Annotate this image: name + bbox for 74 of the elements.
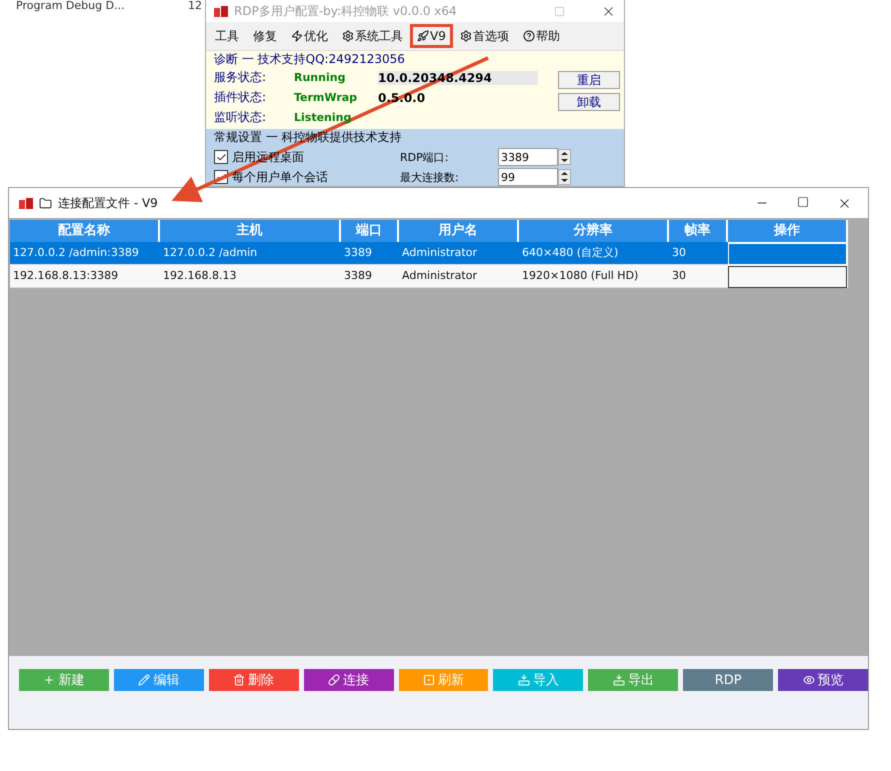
column-header[interactable]: 配置名称 <box>10 220 160 242</box>
status-label: 插件状态: <box>214 89 268 106</box>
checkbox-label: 每个用户单个会话 <box>232 168 328 186</box>
status-value: Running <box>294 71 346 84</box>
square-icon <box>423 674 435 686</box>
action-button[interactable]: RDP <box>683 669 774 691</box>
action-button[interactable]: 连接 <box>304 669 394 691</box>
table-cell: 640×480 (自定义) <box>519 242 669 265</box>
tray-icon <box>518 674 530 686</box>
field-label: 最大连接数: <box>400 170 460 184</box>
column-header[interactable]: 分辨率 <box>519 220 669 242</box>
status-label: 监听状态: <box>214 109 268 126</box>
panel-button[interactable]: 卸载 <box>558 92 620 111</box>
action-button[interactable]: 导出 <box>588 669 678 691</box>
field-label: RDP端口: <box>400 150 450 164</box>
table-cell: Administrator <box>399 242 519 265</box>
status-value: Listening <box>294 111 352 124</box>
maximize-icon[interactable] <box>797 196 809 208</box>
tray-icon <box>612 674 625 686</box>
eye-icon <box>802 674 815 686</box>
menu-item[interactable]: 首选项 <box>452 22 516 50</box>
check-icon <box>216 152 226 162</box>
status-value: TermWrap <box>294 91 358 104</box>
pill-icon <box>328 674 340 686</box>
number-field[interactable]: 3389 <box>498 148 558 166</box>
lightning-icon <box>291 30 303 42</box>
table-cell: 127.0.0.2 /admin:3389 <box>10 242 160 265</box>
help-icon <box>522 30 535 42</box>
menu-item[interactable]: 优化 <box>284 22 335 50</box>
gear-icon <box>460 30 472 42</box>
action-button[interactable]: 新建 <box>19 669 109 691</box>
window-title: 连接配置文件 - V9 <box>58 194 159 212</box>
table-cell: 192.168.8.13:3389 <box>10 265 160 288</box>
folder-icon <box>39 196 52 210</box>
table-cell: 192.168.8.13 <box>160 265 341 288</box>
menu-item[interactable]: 帮助 <box>516 22 567 50</box>
menu-item[interactable]: 系统工具 <box>335 22 410 50</box>
status-label: 服务状态: <box>214 69 268 86</box>
panel-title: 诊断 一 技术支持QQ:2492123056 <box>214 50 405 68</box>
plus-icon <box>43 674 56 686</box>
number-field[interactable]: 99 <box>498 168 558 186</box>
column-header[interactable]: 端口 <box>341 220 399 242</box>
app-logo-icon <box>214 6 228 17</box>
desktop-text: 12 <box>188 0 202 12</box>
action-button[interactable]: 删除 <box>208 669 299 691</box>
checkbox[interactable] <box>214 150 228 164</box>
action-button[interactable]: 编辑 <box>114 669 204 691</box>
table-cell: 127.0.0.2 /admin <box>160 242 341 265</box>
column-header[interactable]: 主机 <box>160 220 341 242</box>
desktop-text: Program Debug D... <box>16 0 125 12</box>
action-button[interactable]: 导入 <box>493 669 584 691</box>
table-cell: 1920×1080 (Full HD) <box>519 265 669 288</box>
table-cell: 30 <box>669 242 728 265</box>
table-cell: 30 <box>669 265 728 288</box>
panel-button[interactable]: 重启 <box>558 70 620 89</box>
action-cell[interactable] <box>728 266 847 288</box>
app-logo-icon <box>19 198 33 208</box>
table-cell: 3389 <box>341 265 399 288</box>
column-header[interactable]: 用户名 <box>399 220 519 242</box>
rocket-icon <box>417 30 429 42</box>
column-header[interactable]: 操作 <box>728 220 848 242</box>
column-header[interactable]: 帧率 <box>669 220 728 242</box>
action-button[interactable]: 预览 <box>778 669 868 691</box>
spinner-icon[interactable] <box>558 169 571 185</box>
spinner-icon[interactable] <box>558 149 571 165</box>
gear-icon <box>342 30 354 42</box>
table-cell: Administrator <box>399 265 519 288</box>
menu-item[interactable]: V9 <box>410 24 453 48</box>
window-title: RDP多用户配置-by:科控物联 v0.0.0 x64 <box>234 2 458 20</box>
pencil-icon <box>138 674 150 686</box>
table-cell: 3389 <box>341 242 399 265</box>
menu-item[interactable]: 工具 <box>208 22 246 50</box>
menu-item[interactable]: 修复 <box>246 22 284 50</box>
trash-icon <box>233 674 246 686</box>
